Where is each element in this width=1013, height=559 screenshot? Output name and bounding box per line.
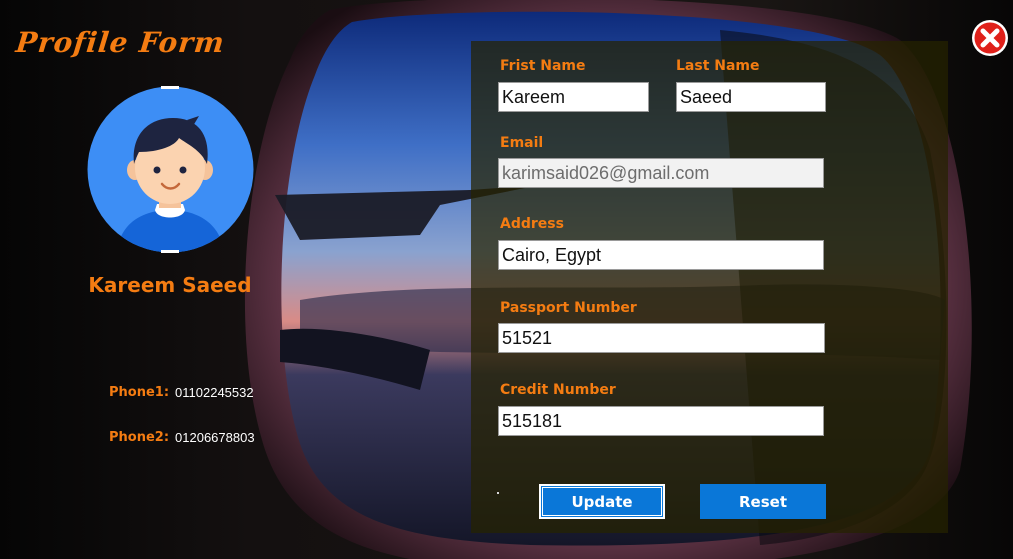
page-title: Profile Form: [14, 26, 227, 59]
phone2-value: 01206678803: [175, 429, 255, 445]
close-button[interactable]: [971, 19, 1009, 57]
phone2-row: Phone2: 01206678803: [109, 426, 255, 448]
avatar: [87, 86, 254, 253]
passport-number-input[interactable]: [498, 323, 825, 353]
phone1-value: 01102245532: [175, 384, 254, 400]
close-icon: [972, 20, 1008, 56]
email-field[interactable]: [498, 158, 824, 188]
form-panel: [471, 41, 948, 533]
address-label: Address: [500, 216, 564, 232]
phone2-label: Phone2:: [109, 429, 170, 445]
profile-name: Kareem Saeed: [88, 273, 252, 297]
phone1-row: Phone1: 01102245532: [109, 381, 254, 403]
phone1-label: Phone1:: [109, 384, 170, 400]
last-name-label: Last Name: [676, 58, 760, 74]
first-name-label: Frist Name: [500, 58, 586, 74]
email-label: Email: [500, 135, 544, 151]
credit-number-input[interactable]: [498, 406, 824, 436]
reset-button[interactable]: Reset: [700, 484, 826, 519]
first-name-input[interactable]: [498, 82, 649, 112]
update-button[interactable]: Update: [539, 484, 665, 519]
user-avatar-icon: [87, 86, 254, 253]
passport-number-label: Passport Number: [500, 300, 637, 316]
panel-dot: [497, 492, 499, 494]
last-name-input[interactable]: [676, 82, 826, 112]
credit-number-label: Credit Number: [500, 382, 616, 398]
address-input[interactable]: [498, 240, 824, 270]
